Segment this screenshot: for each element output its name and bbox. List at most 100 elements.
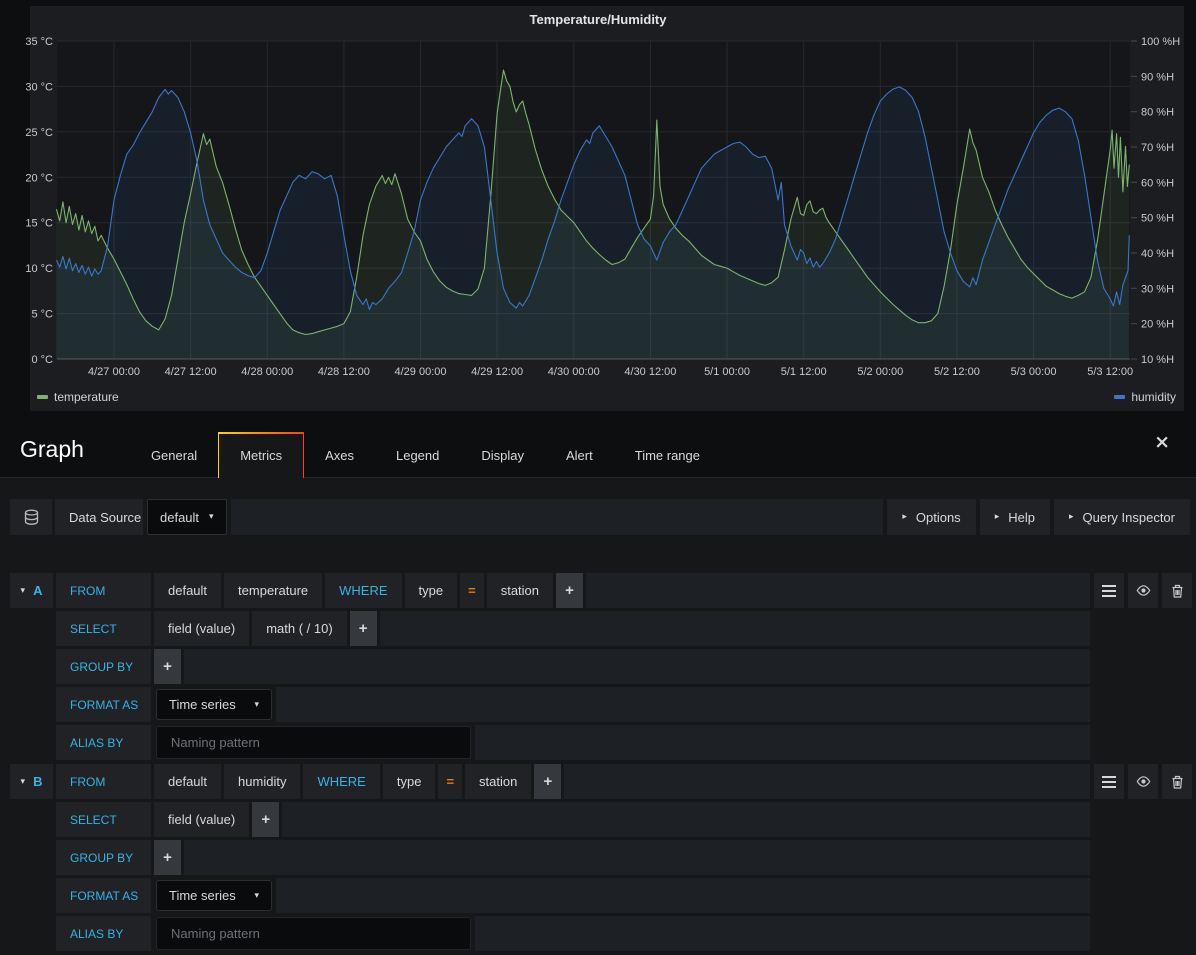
query-b-collapse-toggle[interactable]: ▾ B (10, 764, 53, 799)
select-math-segment[interactable]: math ( / 10) (252, 611, 346, 646)
legend-item-humidity[interactable]: humidity (1114, 390, 1176, 404)
caret-down-icon: ▾ (254, 891, 259, 901)
where-key-segment[interactable]: type (383, 764, 436, 799)
svg-text:60 %H: 60 %H (1141, 177, 1174, 189)
legend-label: humidity (1131, 390, 1176, 404)
from-measurement-segment[interactable]: humidity (224, 764, 300, 799)
caret-right-icon: ▸ (902, 512, 907, 522)
humidity-swatch (1114, 395, 1125, 399)
tab-legend[interactable]: Legend (375, 432, 460, 478)
add-select-button[interactable]: + (252, 802, 279, 837)
query-a-alias-row: ALIAS BY (10, 725, 1196, 760)
where-operator-segment[interactable]: = (460, 573, 484, 608)
caret-right-icon: ▸ (995, 512, 1000, 522)
alias-by-input[interactable] (157, 727, 470, 758)
from-measurement-segment[interactable]: temperature (224, 573, 322, 608)
query-inspector-button[interactable]: ▸ Query Inspector (1054, 499, 1190, 535)
from-source-segment[interactable]: default (154, 573, 221, 608)
help-button[interactable]: ▸ Help (980, 499, 1050, 535)
datasource-label: Data Source (55, 499, 143, 535)
query-a-actions (1094, 573, 1192, 608)
where-key-segment[interactable]: type (405, 573, 458, 608)
metrics-editor: Data Source default ▾ ▸ Options ▸ Help ▸… (0, 478, 1196, 955)
svg-text:100 %H: 100 %H (1141, 36, 1180, 48)
where-operator-segment[interactable]: = (438, 764, 462, 799)
groupby-label: GROUP BY (56, 649, 151, 684)
query-b-actions (1094, 764, 1192, 799)
svg-text:90 %H: 90 %H (1141, 71, 1174, 83)
temperature-swatch (37, 395, 48, 399)
format-as-label: FORMAT AS (56, 687, 151, 722)
panel-title: Temperature/Humidity (0, 12, 1196, 27)
add-groupby-button[interactable]: + (154, 649, 181, 684)
query-toggle-visibility-button[interactable] (1128, 764, 1158, 799)
datasource-select[interactable]: default ▾ (147, 499, 227, 535)
svg-text:5/1 12:00: 5/1 12:00 (781, 366, 827, 378)
query-a-format-row: FORMAT AS Time series ▾ (10, 687, 1196, 722)
from-source-segment[interactable]: default (154, 764, 221, 799)
row-filler (276, 687, 1090, 722)
tab-metrics[interactable]: Metrics (218, 432, 304, 478)
svg-text:30 %H: 30 %H (1141, 283, 1174, 295)
svg-text:40 %H: 40 %H (1141, 248, 1174, 260)
svg-text:4/30 12:00: 4/30 12:00 (624, 366, 676, 378)
close-icon[interactable]: × (1154, 431, 1170, 453)
format-as-select[interactable]: Time series ▾ (156, 689, 272, 720)
select-label: SELECT (56, 611, 151, 646)
svg-text:10 °C: 10 °C (25, 263, 53, 275)
query-a-from-row: ▾ A FROM default temperature WHERE type … (10, 573, 1196, 608)
where-value-segment[interactable]: station (487, 573, 553, 608)
add-condition-button[interactable]: + (556, 573, 583, 608)
svg-text:5 °C: 5 °C (31, 309, 53, 321)
row-filler (380, 611, 1090, 646)
add-groupby-button[interactable]: + (154, 840, 181, 875)
editor-tabbar: Graph General Metrics Axes Legend Displa… (0, 415, 1196, 478)
options-button[interactable]: ▸ Options (887, 499, 975, 535)
query-b-groupby-row: GROUP BY + (10, 840, 1196, 875)
tab-alert[interactable]: Alert (545, 432, 614, 478)
datasource-row: Data Source default ▾ ▸ Options ▸ Help ▸… (10, 499, 1190, 535)
query-a-groupby-row: GROUP BY + (10, 649, 1196, 684)
query-menu-button[interactable] (1094, 573, 1124, 608)
query-toggle-visibility-button[interactable] (1128, 573, 1158, 608)
tab-time-range[interactable]: Time range (614, 432, 721, 478)
svg-text:5/3 12:00: 5/3 12:00 (1087, 366, 1133, 378)
collapse-caret-icon: ▾ (21, 586, 26, 596)
datasource-row-filler (231, 499, 884, 535)
select-field-segment[interactable]: field (value) (154, 611, 249, 646)
from-label: FROM (56, 764, 151, 799)
svg-text:5/3 00:00: 5/3 00:00 (1011, 366, 1057, 378)
groupby-label: GROUP BY (56, 840, 151, 875)
query-letter: A (33, 583, 42, 598)
format-as-label: FORMAT AS (56, 878, 151, 913)
tab-display[interactable]: Display (460, 432, 545, 478)
format-as-select[interactable]: Time series ▾ (156, 880, 272, 911)
select-field-segment[interactable]: field (value) (154, 802, 249, 837)
add-select-button[interactable]: + (350, 611, 377, 646)
alias-by-label: ALIAS BY (56, 725, 151, 760)
row-filler (276, 878, 1090, 913)
svg-text:15 °C: 15 °C (25, 218, 53, 230)
where-keyword-segment[interactable]: WHERE (303, 764, 379, 799)
where-keyword-segment[interactable]: WHERE (325, 573, 401, 608)
add-condition-button[interactable]: + (534, 764, 561, 799)
svg-text:20 °C: 20 °C (25, 172, 53, 184)
query-a-collapse-toggle[interactable]: ▾ A (10, 573, 53, 608)
svg-text:80 %H: 80 %H (1141, 107, 1174, 119)
row-filler (586, 573, 1090, 608)
tab-axes[interactable]: Axes (304, 432, 375, 478)
query-delete-button[interactable] (1162, 573, 1192, 608)
row-filler (475, 725, 1090, 760)
tab-general[interactable]: General (130, 432, 218, 478)
query-menu-button[interactable] (1094, 764, 1124, 799)
alias-by-input[interactable] (157, 918, 470, 949)
timeseries-chart[interactable]: 4/27 00:004/27 12:004/28 00:004/28 12:00… (0, 0, 1196, 415)
row-filler (184, 840, 1090, 875)
where-value-segment[interactable]: station (465, 764, 531, 799)
row-filler (564, 764, 1090, 799)
svg-text:20 %H: 20 %H (1141, 319, 1174, 331)
row-filler (184, 649, 1090, 684)
legend-item-temperature[interactable]: temperature (37, 390, 119, 404)
query-delete-button[interactable] (1162, 764, 1192, 799)
menu-icon (1102, 776, 1116, 788)
